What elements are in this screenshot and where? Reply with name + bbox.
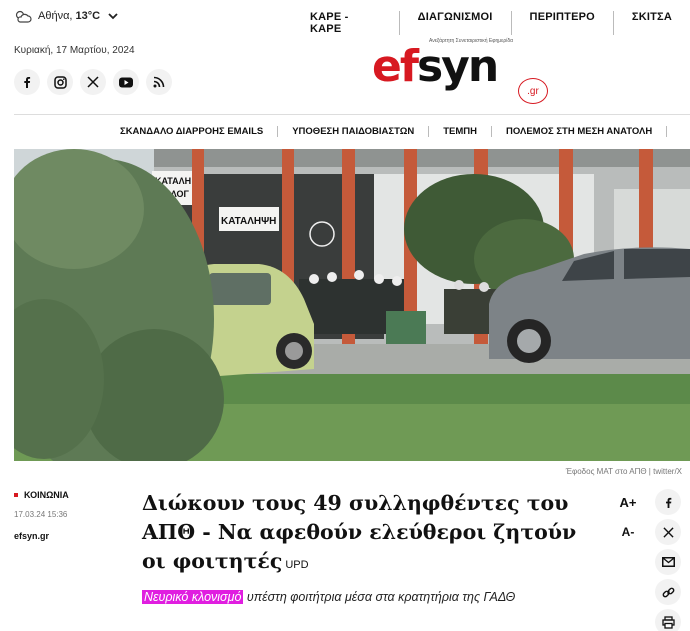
weather-temperature: 13°C <box>75 10 101 22</box>
instagram-link[interactable] <box>47 69 73 95</box>
social-links <box>14 69 172 95</box>
current-date: Κυριακή, 17 Μαρτίου, 2024 <box>14 45 135 56</box>
share-x-button[interactable] <box>655 519 681 545</box>
article-lead: Νευρικό κλονισμό υπέστη φοιτήτρια μέσα σ… <box>142 590 515 604</box>
header-divider <box>14 114 690 115</box>
section-nav-tempi[interactable]: ΤΕΜΠΗ <box>429 126 493 137</box>
share-print-button[interactable] <box>655 609 681 631</box>
logo-syn: syn <box>416 41 499 92</box>
headline-text: Διώκουν τους 49 συλληφθέντες του ΑΠΘ - Ν… <box>142 491 577 573</box>
chevron-down-icon[interactable] <box>106 9 120 23</box>
top-nav-kare-kare[interactable]: ΚΑΡΕ - ΚΑΡΕ <box>300 11 400 35</box>
facebook-icon <box>665 497 671 508</box>
article-source: efsyn.gr <box>14 531 50 541</box>
youtube-icon <box>119 77 133 87</box>
category-marker <box>14 493 18 497</box>
link-icon <box>662 587 674 597</box>
email-icon <box>661 557 675 567</box>
section-nav-email-leak[interactable]: ΣΚΑΝΔΑΛΟ ΔΙΑΡΡΟΗΣ EMAILS <box>106 126 279 137</box>
weather-widget[interactable]: Αθήνα, 13°C <box>14 9 120 23</box>
x-icon <box>87 76 99 88</box>
logo-ef: ef <box>372 41 419 92</box>
section-nav-pedophile-case[interactable]: ΥΠΟΘΕΣΗ ΠΑΙΔΟΒΙΑΣΤΩΝ <box>278 126 430 137</box>
top-nav: ΚΑΡΕ - ΚΑΡΕ ΔΙΑΓΩΝΙΣΜΟΙ ΠΕΡΙΠΤΕΡΟ ΣΚΙΤΣΑ <box>300 11 690 35</box>
font-increase-button[interactable]: A+ <box>616 490 640 514</box>
hero-sign-3: ΚΑΤΑΛΗΨΗ <box>221 216 276 227</box>
site-logo[interactable]: Ανεξάρτητη Συνεταιριστική Εφημερίδα efsy… <box>372 36 562 106</box>
top-nav-kiosk[interactable]: ΠΕΡΙΠΤΕΡΟ <box>512 11 614 35</box>
share-link-button[interactable] <box>655 579 681 605</box>
article-timestamp: 17.03.24 15:36 <box>14 510 68 519</box>
section-nav-middle-east-war[interactable]: ΠΟΛΕΜΟΣ ΣΤΗ ΜΕΣΗ ΑΝΑΤΟΛΗ <box>492 126 668 137</box>
rss-icon <box>153 76 165 88</box>
share-facebook-button[interactable] <box>655 489 681 515</box>
lead-highlight: Νευρικό κλονισμό <box>142 590 244 604</box>
print-icon <box>661 615 675 629</box>
rss-link[interactable] <box>146 69 172 95</box>
partly-cloudy-icon <box>15 10 32 23</box>
x-link[interactable] <box>80 69 106 95</box>
youtube-link[interactable] <box>113 69 139 95</box>
lead-text: υπέστη φοιτήτρια μέσα στα κρατητήρια της… <box>243 590 516 604</box>
share-email-button[interactable] <box>655 549 681 575</box>
top-nav-sketches[interactable]: ΣΚΙΤΣΑ <box>614 11 690 35</box>
logo-wordmark: efsyn <box>372 41 499 92</box>
facebook-icon <box>24 77 31 88</box>
x-icon <box>662 526 674 538</box>
hero-image: ΚΑΤΑΛΗ ΒΙΟΛΟΓ ΚΑΤΑΛΗΨΗ <box>14 149 690 461</box>
instagram-icon <box>53 75 67 89</box>
update-tag: UPD <box>285 559 309 571</box>
font-decrease-button[interactable]: A- <box>616 520 640 544</box>
logo-domain: .gr <box>518 78 548 104</box>
article-headline: Διώκουν τους 49 συλληφθέντες του ΑΠΘ - Ν… <box>142 489 582 580</box>
facebook-link[interactable] <box>14 69 40 95</box>
article-category[interactable]: ΚΟΙΝΩΝΙΑ <box>14 490 69 500</box>
hero-caption: Έφοδος ΜΑΤ στο ΑΠΘ | twitter/X <box>565 467 682 476</box>
top-nav-contests[interactable]: ΔΙΑΓΩΝΙΣΜΟΙ <box>400 11 512 35</box>
category-label: ΚΟΙΝΩΝΙΑ <box>24 490 69 500</box>
weather-city: Αθήνα, <box>38 10 73 22</box>
section-nav: ΣΚΑΝΔΑΛΟ ΔΙΑΡΡΟΗΣ EMAILS ΥΠΟΘΕΣΗ ΠΑΙΔΟΒΙ… <box>106 126 668 137</box>
